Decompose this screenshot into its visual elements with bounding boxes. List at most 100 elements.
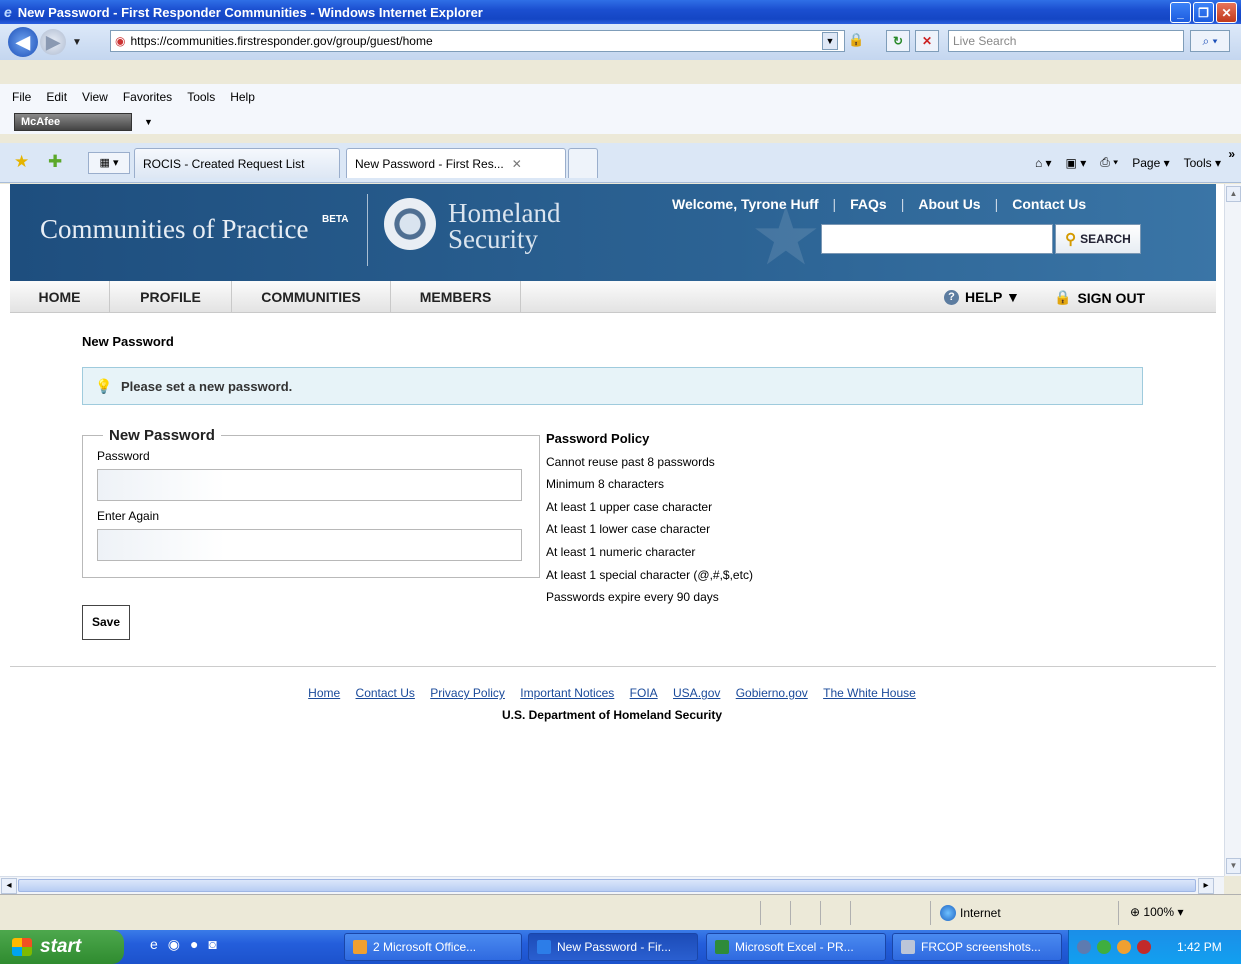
quick-tabs-button[interactable]: ▦ ▾ bbox=[88, 152, 130, 174]
nav-communities[interactable]: COMMUNITIES bbox=[232, 281, 391, 313]
tab-new-password[interactable]: New Password - First Res... ✕ bbox=[346, 148, 566, 178]
link-separator: | bbox=[900, 196, 905, 212]
feeds-icon[interactable]: ▣ ▾ bbox=[1066, 156, 1087, 170]
ie-quicklaunch-icon[interactable]: e bbox=[150, 936, 158, 953]
outlook-tray-icon[interactable] bbox=[1117, 940, 1131, 954]
zoom-level[interactable]: ⊕ 100% ▾ bbox=[1130, 905, 1183, 919]
site-search-input[interactable] bbox=[821, 224, 1053, 254]
scroll-right-icon[interactable]: ▸ bbox=[1198, 878, 1214, 894]
address-dropdown-button[interactable]: ▼ bbox=[822, 32, 838, 50]
footer-link-privacy[interactable]: Privacy Policy bbox=[430, 686, 505, 700]
chevron-more-icon[interactable]: » bbox=[1228, 147, 1235, 161]
vertical-scrollbar[interactable]: ▲ ▼ bbox=[1224, 184, 1241, 876]
faqs-link[interactable]: FAQs bbox=[850, 196, 887, 212]
address-field[interactable]: ◉ https://communities.firstresponder.gov… bbox=[110, 30, 845, 52]
nav-profile[interactable]: PROFILE bbox=[110, 281, 232, 313]
menu-help[interactable]: Help bbox=[230, 90, 255, 104]
page-menu-button[interactable]: Page ▾ bbox=[1132, 156, 1169, 170]
minimize-button[interactable]: _ bbox=[1170, 2, 1191, 23]
header-divider bbox=[367, 194, 368, 266]
mcafee-button[interactable]: McAfee bbox=[14, 113, 132, 131]
status-divider bbox=[820, 901, 821, 925]
tray-expand-icon[interactable] bbox=[1077, 940, 1091, 954]
site-favicon-icon: ◉ bbox=[115, 34, 126, 48]
tab-close-icon[interactable]: ✕ bbox=[512, 157, 522, 171]
mcafee-dropdown-icon[interactable]: ▼ bbox=[144, 117, 153, 127]
policy-item: Cannot reuse past 8 passwords bbox=[546, 454, 715, 469]
mcafee-toolbar: McAfee ▼ bbox=[0, 110, 1241, 134]
menu-view[interactable]: View bbox=[82, 90, 108, 104]
about-us-link[interactable]: About Us bbox=[918, 196, 980, 212]
footer-link-whitehouse[interactable]: The White House bbox=[823, 686, 916, 700]
task-office[interactable]: 2 Microsoft Office... bbox=[344, 933, 522, 961]
status-divider bbox=[790, 901, 791, 925]
nav-members[interactable]: MEMBERS bbox=[391, 281, 521, 313]
scroll-down-icon[interactable]: ▼ bbox=[1226, 858, 1241, 874]
footer-link-home[interactable]: Home bbox=[308, 686, 340, 700]
clock: 1:42 PM bbox=[1177, 940, 1222, 954]
browser-quicklaunch-icon[interactable]: ◉ bbox=[168, 936, 180, 953]
globe-icon bbox=[940, 905, 956, 921]
footer-link-contact[interactable]: Contact Us bbox=[356, 686, 415, 700]
policy-item: At least 1 numeric character bbox=[546, 544, 696, 559]
task-excel[interactable]: Microsoft Excel - PR... bbox=[706, 933, 886, 961]
menu-file[interactable]: File bbox=[12, 90, 31, 104]
policy-item: Minimum 8 characters bbox=[546, 477, 665, 492]
close-button[interactable]: ✕ bbox=[1216, 2, 1237, 23]
home-icon[interactable]: ⌂ ▾ bbox=[1035, 156, 1052, 170]
footer-link-usagov[interactable]: USA.gov bbox=[673, 686, 720, 700]
start-button[interactable]: start bbox=[0, 930, 124, 964]
contact-us-link[interactable]: Contact Us bbox=[1012, 196, 1086, 212]
task-frcop[interactable]: FRCOP screenshots... bbox=[892, 933, 1062, 961]
tools-menu-button[interactable]: Tools ▾ bbox=[1184, 156, 1221, 170]
menu-tools[interactable]: Tools bbox=[187, 90, 215, 104]
menu-edit[interactable]: Edit bbox=[46, 90, 67, 104]
new-tab-button[interactable] bbox=[568, 148, 598, 178]
search-go-button[interactable]: ⌕ ▾ bbox=[1190, 30, 1230, 52]
save-button[interactable]: Save bbox=[82, 605, 130, 640]
scroll-left-icon[interactable]: ◂ bbox=[1, 878, 17, 894]
policy-title: Password Policy bbox=[546, 431, 650, 446]
history-dropdown-icon[interactable]: ▼ bbox=[72, 37, 82, 48]
task-ie-label: New Password - Fir... bbox=[557, 940, 672, 954]
password-field[interactable] bbox=[97, 469, 522, 501]
task-ie[interactable]: New Password - Fir... bbox=[528, 933, 698, 961]
refresh-button[interactable]: ↻ bbox=[886, 30, 910, 52]
main-nav: HOME PROFILE COMMUNITIES MEMBERS ? HELP … bbox=[10, 281, 1216, 313]
sign-out-link[interactable]: 🔒 SIGN OUT bbox=[1054, 289, 1145, 306]
live-search-input[interactable]: Live Search bbox=[948, 30, 1184, 52]
horizontal-scroll-thumb[interactable] bbox=[18, 879, 1196, 892]
maximize-button[interactable]: ❐ bbox=[1193, 2, 1214, 23]
tab-rocis-label: ROCIS - Created Request List bbox=[143, 157, 305, 171]
help-menu[interactable]: ? HELP ▼ bbox=[944, 289, 1020, 305]
media-quicklaunch-icon[interactable]: ● bbox=[190, 936, 198, 953]
back-button[interactable]: ◀ bbox=[8, 27, 38, 57]
mcafee-tray-icon[interactable] bbox=[1137, 940, 1151, 954]
status-bar: Internet ⊕ 100% ▾ bbox=[0, 894, 1241, 930]
site-title[interactable]: Communities of Practice bbox=[40, 214, 308, 245]
add-favorites-icon[interactable]: ✚ bbox=[48, 152, 62, 172]
horizontal-scrollbar[interactable]: ◂ ▸ bbox=[0, 876, 1224, 894]
tab-rocis[interactable]: ROCIS - Created Request List bbox=[134, 148, 340, 178]
padlock-icon[interactable]: 🔒 bbox=[848, 32, 864, 48]
web-viewport: ★ Communities of Practice BETA Homeland … bbox=[0, 184, 1224, 876]
scroll-up-icon[interactable]: ▲ bbox=[1226, 186, 1241, 202]
password-policy: Password Policy Cannot reuse past 8 pass… bbox=[546, 428, 753, 609]
footer-link-gobierno[interactable]: Gobierno.gov bbox=[736, 686, 808, 700]
confirm-password-field[interactable] bbox=[97, 529, 522, 561]
footer-link-foia[interactable]: FOIA bbox=[630, 686, 658, 700]
forward-button[interactable]: ▶ bbox=[40, 29, 66, 55]
menu-favorites[interactable]: Favorites bbox=[123, 90, 172, 104]
network-icon[interactable] bbox=[1097, 940, 1111, 954]
site-search-button[interactable]: ⚲ SEARCH bbox=[1055, 224, 1141, 254]
stop-button[interactable]: ✕ bbox=[915, 30, 939, 52]
print-icon[interactable]: ⎙ ▾ bbox=[1100, 155, 1118, 170]
window-titlebar: e New Password - First Responder Communi… bbox=[0, 0, 1241, 24]
outlook-quicklaunch-icon[interactable]: ◙ bbox=[208, 936, 216, 953]
favorites-star-icon[interactable]: ★ bbox=[14, 152, 29, 172]
zoom-dropdown-icon[interactable]: ▾ bbox=[1177, 905, 1183, 919]
beta-badge: BETA bbox=[322, 214, 349, 225]
footer-link-notices[interactable]: Important Notices bbox=[520, 686, 614, 700]
nav-home[interactable]: HOME bbox=[10, 281, 110, 313]
dhs-seal-icon bbox=[384, 198, 436, 250]
